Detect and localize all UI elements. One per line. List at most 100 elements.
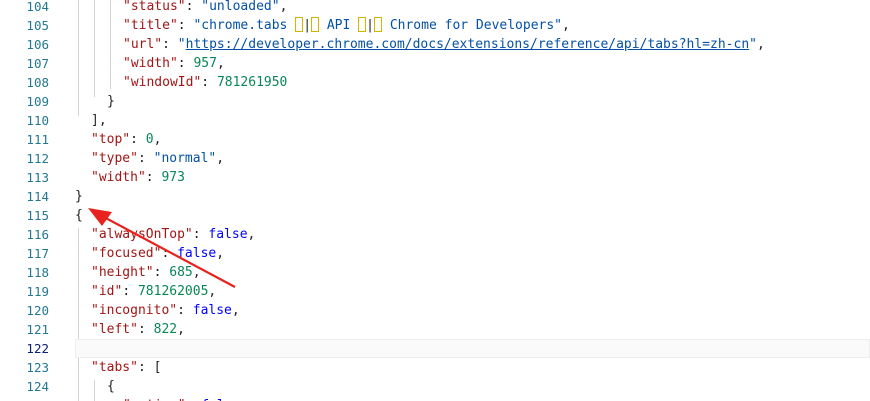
code-line[interactable]: 119 "id": 781262005, bbox=[0, 282, 870, 301]
token: , bbox=[153, 132, 162, 147]
code-line[interactable]: 114} bbox=[0, 187, 870, 206]
code-text: } bbox=[107, 92, 115, 111]
token: 957 bbox=[193, 56, 217, 71]
token: , bbox=[216, 151, 225, 166]
token: "type" bbox=[91, 151, 138, 166]
unknown-glyph-box bbox=[311, 17, 320, 32]
token: , bbox=[177, 322, 185, 337]
line-number: 104 bbox=[26, 0, 49, 14]
code-line[interactable]: 109} bbox=[0, 92, 870, 111]
token: , bbox=[192, 265, 201, 280]
line-number: 124 bbox=[26, 379, 49, 394]
line-number: 121 bbox=[26, 322, 49, 337]
line-number: 113 bbox=[26, 170, 49, 185]
token: | bbox=[303, 18, 312, 33]
token: 781262005 bbox=[137, 284, 209, 299]
token: } bbox=[107, 94, 115, 109]
line-number: 117 bbox=[26, 246, 49, 261]
token: 0 bbox=[145, 132, 154, 147]
code-text: "incognito": false, bbox=[91, 301, 240, 320]
code-text: "active": false, bbox=[123, 396, 248, 401]
token: : bbox=[177, 303, 193, 318]
token: , bbox=[756, 37, 765, 52]
code-line[interactable]: 106 "url": "https://developer.chrome.com/… bbox=[0, 35, 870, 54]
code-text: "left": 822, bbox=[91, 320, 185, 339]
code-line[interactable]: 112 "type": "normal", bbox=[0, 149, 870, 168]
line-number: 122 bbox=[26, 341, 49, 356]
token: false bbox=[208, 227, 248, 242]
token: "url" bbox=[123, 37, 163, 52]
code-line[interactable]: 105 "title": "chrome.tabs | API | Chrome … bbox=[0, 16, 870, 35]
line-number: 112 bbox=[26, 151, 49, 166]
token: : bbox=[177, 56, 194, 71]
code-text: "type": "normal", bbox=[91, 149, 224, 168]
line-number: 114 bbox=[26, 189, 49, 204]
code-text: "title": "chrome.tabs | API | Chrome for… bbox=[123, 16, 570, 35]
token: } bbox=[75, 189, 83, 204]
code-line[interactable]: 121 "left": 822, bbox=[0, 320, 870, 339]
code-line[interactable]: 115 { bbox=[0, 206, 870, 225]
code-line[interactable]: "active": false, bbox=[0, 396, 870, 401]
token: "left" bbox=[91, 322, 138, 337]
code-line[interactable]: 118 "height": 685, bbox=[0, 263, 870, 282]
token: : bbox=[137, 322, 154, 337]
token: " bbox=[749, 37, 757, 52]
code-text: "width": 957, bbox=[123, 54, 225, 73]
line-number: 105 bbox=[26, 18, 49, 33]
code-line[interactable]: 107 "width": 957, bbox=[0, 54, 870, 73]
code-text: "alwaysOnTop": false, bbox=[91, 225, 255, 244]
code-text: "windowId": 781261950 bbox=[123, 73, 287, 92]
token: https://developer.chrome.com/docs/extens… bbox=[185, 37, 750, 52]
code-text: "status": "unloaded", bbox=[123, 0, 287, 16]
line-number: 115 bbox=[26, 208, 49, 223]
code-line[interactable]: 111 "top": 0, bbox=[0, 130, 870, 149]
token: Chrome for Developers" bbox=[382, 18, 563, 33]
code-line[interactable]: 116 "alwaysOnTop": false, bbox=[0, 225, 870, 244]
code-line[interactable]: 110], bbox=[0, 111, 870, 130]
token: false bbox=[177, 246, 217, 261]
code-text: { bbox=[75, 206, 83, 225]
line-number: 123 bbox=[26, 360, 49, 375]
token: 973 bbox=[161, 170, 185, 185]
token: "focused" bbox=[91, 246, 162, 261]
code-text: "id": 781262005, bbox=[91, 282, 216, 301]
token: , bbox=[208, 284, 217, 299]
token: : bbox=[145, 170, 162, 185]
token: : [ bbox=[137, 360, 162, 375]
token: : bbox=[161, 246, 178, 261]
token: "chrome.tabs bbox=[193, 18, 296, 33]
code-text: ], bbox=[91, 111, 107, 130]
token: , bbox=[279, 0, 288, 14]
token: "height" bbox=[91, 265, 154, 280]
token: "normal" bbox=[153, 151, 217, 166]
line-number: 111 bbox=[26, 132, 49, 147]
code-line[interactable]: 113 "width": 973 bbox=[0, 168, 870, 187]
code-line[interactable]: 104 "status": "unloaded", bbox=[0, 0, 870, 16]
token: , bbox=[216, 56, 225, 71]
token: "status" bbox=[123, 0, 186, 14]
code-line[interactable]: 123 "tabs": [ bbox=[0, 358, 870, 377]
code-editor[interactable]: 104 "status": "unloaded", 105 "title": "chr… bbox=[0, 0, 870, 401]
code-line[interactable]: 117 "focused": false, bbox=[0, 244, 870, 263]
code-line[interactable]: 124 { bbox=[0, 377, 870, 396]
code-line[interactable]: 120 "incognito": false, bbox=[0, 301, 870, 320]
token: , bbox=[231, 303, 240, 318]
unknown-glyph-box bbox=[295, 17, 304, 32]
token: 781261950 bbox=[216, 75, 288, 90]
line-number: 108 bbox=[26, 75, 49, 90]
code-text: "height": 685, bbox=[91, 263, 201, 282]
code-line[interactable]: 108 "windowId": 781261950 bbox=[0, 73, 870, 92]
token: : bbox=[177, 18, 194, 33]
token: : bbox=[130, 132, 146, 147]
token: : bbox=[122, 284, 138, 299]
token: "alwaysOnTop" bbox=[91, 227, 193, 242]
token: , bbox=[247, 227, 256, 242]
token: : bbox=[153, 265, 170, 280]
line-number: 118 bbox=[26, 265, 49, 280]
token: { bbox=[107, 379, 115, 394]
token: "width" bbox=[91, 170, 146, 185]
token: : bbox=[185, 0, 202, 14]
token: "windowId" bbox=[123, 75, 202, 90]
token: " bbox=[177, 37, 186, 52]
unknown-glyph-box bbox=[374, 17, 382, 32]
